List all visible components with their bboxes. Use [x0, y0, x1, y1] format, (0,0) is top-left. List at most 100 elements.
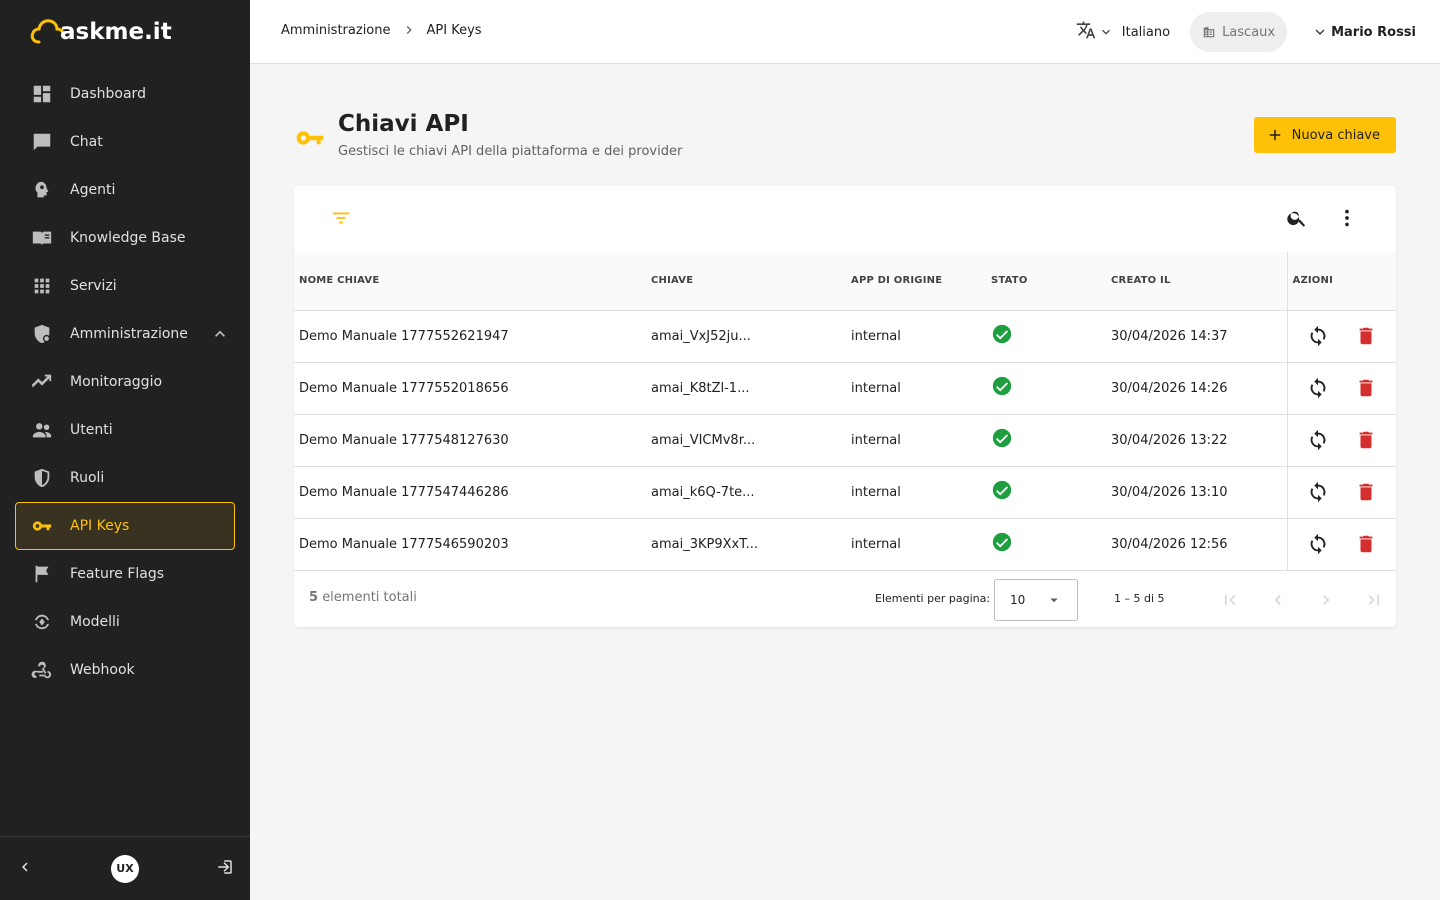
sidebar-item-utenti[interactable]: Utenti — [15, 406, 235, 454]
status-cell — [986, 466, 1106, 519]
column-header-name[interactable]: NOME CHIAVE — [294, 252, 646, 311]
created-at: 30/04/2026 12:56 — [1106, 518, 1287, 571]
agent-icon — [30, 178, 54, 202]
sidebar-item-servizi[interactable]: Servizi — [15, 262, 235, 310]
column-header-status[interactable]: STATO — [986, 252, 1106, 311]
logout-icon[interactable] — [216, 858, 234, 880]
collapse-sidebar-icon[interactable] — [16, 858, 34, 880]
table-row[interactable]: Demo Manuale 1777546590203 amai_3KP9XxT.… — [294, 518, 1396, 571]
created-at: 30/04/2026 14:26 — [1106, 362, 1287, 415]
translate-icon — [1076, 20, 1096, 44]
actions-cell — [1286, 310, 1396, 363]
created-at: 30/04/2026 13:10 — [1106, 466, 1287, 519]
brand-logo[interactable]: askme.it — [30, 10, 172, 46]
table-row[interactable]: Demo Manuale 1777552621947 amai_VxJ52ju.… — [294, 310, 1396, 363]
more-vert-icon[interactable] — [1336, 207, 1358, 233]
sidebar-item-api-keys[interactable]: API Keys — [15, 502, 235, 550]
trend-icon — [30, 370, 54, 394]
rotate-key-icon[interactable] — [1306, 376, 1330, 400]
sidebar-item-label: Agenti — [70, 182, 116, 198]
tenant-chip[interactable]: Lascaux — [1190, 12, 1288, 52]
key-icon — [30, 514, 54, 538]
column-header-key[interactable]: CHIAVE — [646, 252, 846, 311]
status-cell — [986, 414, 1106, 467]
created-at: 30/04/2026 14:37 — [1106, 310, 1287, 363]
prev-page-icon[interactable] — [1254, 588, 1302, 612]
last-page-icon[interactable] — [1350, 588, 1398, 612]
key-name: Demo Manuale 1777547446286 — [294, 466, 646, 519]
delete-icon[interactable] — [1354, 480, 1378, 504]
chevron-down-icon — [1315, 29, 1325, 35]
table-row[interactable]: Demo Manuale 1777548127630 amai_VICMv8r.… — [294, 414, 1396, 467]
key-name: Demo Manuale 1777546590203 — [294, 518, 646, 571]
table-toolbar — [294, 186, 1396, 252]
origin-app: internal — [846, 518, 986, 571]
next-page-icon[interactable] — [1302, 588, 1350, 612]
chevron-up-icon[interactable] — [210, 324, 230, 344]
delete-icon[interactable] — [1354, 532, 1378, 556]
page-subtitle: Gestisci le chiavi API della piattaforma… — [338, 144, 683, 159]
sidebar-item-modelli[interactable]: Modelli — [15, 598, 235, 646]
api-keys-table: NOME CHIAVE CHIAVE APP DI ORIGINE STATO … — [294, 252, 1396, 571]
table-row[interactable]: Demo Manuale 1777552018656 amai_K8tZl-1.… — [294, 362, 1396, 415]
sidebar-item-monitoraggio[interactable]: Monitoraggio — [15, 358, 235, 406]
actions-cell — [1286, 362, 1396, 415]
origin-app: internal — [846, 414, 986, 467]
api-keys-card: NOME CHIAVE CHIAVE APP DI ORIGINE STATO … — [294, 186, 1396, 627]
key-value: amai_3KP9XxT... — [646, 518, 846, 571]
rotate-key-icon[interactable] — [1306, 428, 1330, 452]
sidebar-item-amministrazione[interactable]: Amministrazione — [15, 310, 235, 358]
table-row[interactable]: Demo Manuale 1777547446286 amai_k6Q-7te.… — [294, 466, 1396, 519]
sidebar-nav: Dashboard Chat Agenti Knowledge Base Ser… — [15, 70, 235, 694]
webhook-icon — [30, 658, 54, 682]
sidebar-footer: UX — [0, 836, 250, 900]
filter-icon[interactable] — [330, 207, 352, 233]
language-selector[interactable]: Italiano — [1076, 20, 1170, 44]
sidebar-item-ruoli[interactable]: Ruoli — [15, 454, 235, 502]
page-range: 1 – 5 di 5 — [1114, 592, 1165, 605]
admin-shield-icon — [30, 322, 54, 346]
sidebar-item-label: Monitoraggio — [70, 374, 163, 390]
sidebar-item-chat[interactable]: Chat — [15, 118, 235, 166]
column-header-app[interactable]: APP DI ORIGINE — [846, 252, 986, 311]
sidebar-item-label: Webhook — [70, 662, 135, 678]
sidebar-item-knowledge-base[interactable]: Knowledge Base — [15, 214, 235, 262]
chevron-down-icon — [1098, 24, 1114, 40]
chat-icon — [30, 130, 54, 154]
delete-icon[interactable] — [1354, 376, 1378, 400]
sidebar-item-label: Knowledge Base — [70, 230, 186, 246]
breadcrumb-item[interactable]: Amministrazione — [281, 23, 391, 38]
sidebar-item-agenti[interactable]: Agenti — [15, 166, 235, 214]
users-icon — [30, 418, 54, 442]
sidebar-item-dashboard[interactable]: Dashboard — [15, 70, 235, 118]
user-menu[interactable]: Mario Rossi — [1311, 23, 1416, 41]
chevron-right-icon — [401, 22, 417, 38]
per-page-select[interactable]: 10 — [994, 579, 1078, 621]
page-header: Chiavi API Gestisci le chiavi API della … — [294, 110, 682, 159]
ux-badge[interactable]: UX — [111, 854, 139, 883]
sidebar-item-webhook[interactable]: Webhook — [15, 646, 235, 694]
sidebar-item-label: Chat — [70, 134, 103, 150]
new-key-button[interactable]: Nuova chiave — [1253, 117, 1396, 153]
per-page-label: Elementi per pagina: — [875, 592, 991, 605]
delete-icon[interactable] — [1354, 428, 1378, 452]
rotate-key-icon[interactable] — [1306, 532, 1330, 556]
origin-app: internal — [846, 466, 986, 519]
sidebar-item-label: API Keys — [70, 518, 130, 534]
sidebar-item-label: Amministrazione — [70, 326, 188, 342]
total-count: 5 elementi totali — [309, 590, 417, 605]
sidebar-item-feature-flags[interactable]: Feature Flags — [15, 550, 235, 598]
first-page-icon[interactable] — [1206, 588, 1254, 612]
search-icon[interactable] — [1286, 207, 1308, 233]
check-circle-icon — [991, 324, 1013, 349]
delete-icon[interactable] — [1354, 324, 1378, 348]
rotate-key-icon[interactable] — [1306, 480, 1330, 504]
rotate-key-icon[interactable] — [1306, 324, 1330, 348]
key-value: amai_VICMv8r... — [646, 414, 846, 467]
sidebar-item-label: Feature Flags — [70, 566, 165, 582]
new-key-label: Nuova chiave — [1291, 127, 1380, 143]
table-header-row: NOME CHIAVE CHIAVE APP DI ORIGINE STATO … — [294, 252, 1396, 311]
book-icon — [30, 226, 54, 250]
column-header-created[interactable]: CREATO IL — [1106, 252, 1287, 311]
tenant-label: Lascaux — [1222, 24, 1276, 40]
